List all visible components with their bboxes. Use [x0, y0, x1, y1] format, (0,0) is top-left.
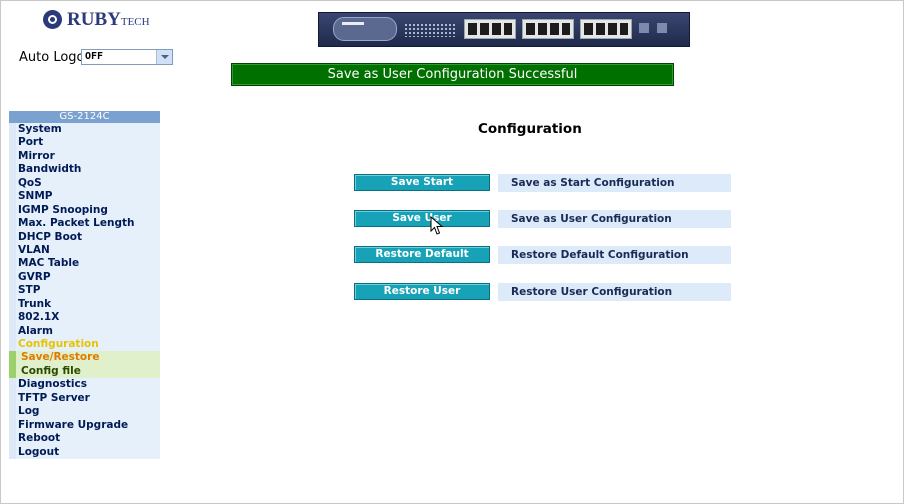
- sidebar-item-mirror[interactable]: Mirror: [9, 149, 160, 164]
- restore-default-description: Restore Default Configuration: [498, 246, 731, 264]
- sidebar-item-diagnostics[interactable]: Diagnostics: [9, 378, 160, 392]
- save-user-description: Save as User Configuration: [498, 210, 731, 228]
- sidebar-item-mac-table[interactable]: MAC Table: [9, 257, 160, 271]
- logo-mark-icon: [43, 10, 62, 29]
- sidebar-item-bandwidth[interactable]: Bandwidth: [9, 163, 160, 177]
- port-block: [464, 19, 516, 39]
- port-block: [522, 19, 574, 39]
- mouse-pointer-icon: [430, 216, 444, 235]
- action-row: Save User Save as User Configuration: [354, 210, 731, 228]
- sidebar-item-dhcp-boot[interactable]: DHCP Boot: [9, 230, 160, 244]
- port-block: [580, 19, 632, 39]
- sidebar-item-port[interactable]: Port: [9, 136, 160, 150]
- save-start-button[interactable]: Save Start: [354, 174, 490, 191]
- brand-suffix: TECH: [120, 16, 150, 28]
- sidebar-item-qos[interactable]: QoS: [9, 176, 160, 191]
- sidebar-item-alarm[interactable]: Alarm: [9, 324, 160, 338]
- sidebar-title: GS-2124C: [9, 111, 160, 123]
- auto-logout-select[interactable]: OFF: [81, 49, 173, 65]
- restore-user-description: Restore User Configuration: [498, 283, 731, 301]
- chevron-down-icon[interactable]: [156, 50, 172, 64]
- sidebar-item-log[interactable]: Log: [9, 405, 160, 419]
- sidebar-item-stp[interactable]: STP: [9, 284, 160, 298]
- sidebar-item-gvrp[interactable]: GVRP: [9, 270, 160, 285]
- switch-front-panel-image: [318, 12, 690, 47]
- uplink-port: [657, 23, 667, 33]
- save-start-description: Save as Start Configuration: [498, 174, 731, 192]
- sidebar-item-firmware-upgrade[interactable]: Firmware Upgrade: [9, 418, 160, 433]
- action-row: Save Start Save as Start Configuration: [354, 174, 731, 192]
- sidebar-item-logout[interactable]: Logout: [9, 445, 160, 459]
- device-led-grid: [404, 23, 456, 37]
- brand-name: RUBY: [67, 9, 121, 30]
- status-message: Save as User Configuration Successful: [327, 67, 578, 82]
- sidebar-item-igmp-snooping[interactable]: IGMP Snooping: [9, 203, 160, 218]
- auto-logout-value: OFF: [85, 51, 104, 62]
- sidebar-item-8021x[interactable]: 802.1X: [9, 311, 160, 325]
- status-banner: Save as User Configuration Successful: [231, 63, 674, 86]
- action-row: Restore User Restore User Configuration: [354, 283, 731, 301]
- restore-default-button[interactable]: Restore Default: [354, 246, 490, 263]
- sidebar-subitem-config-file[interactable]: Config file: [9, 364, 160, 379]
- device-logo-badge: [333, 17, 397, 41]
- sidebar-item-tftp-server[interactable]: TFTP Server: [9, 391, 160, 406]
- sidebar-item-configuration[interactable]: Configuration: [9, 338, 160, 352]
- action-row: Restore Default Restore Default Configur…: [354, 246, 731, 264]
- sidebar-item-trunk[interactable]: Trunk: [9, 297, 160, 312]
- uplink-port: [639, 23, 649, 33]
- sidebar-menu: GS-2124C System Port Mirror Bandwidth Qo…: [9, 111, 160, 459]
- sidebar-item-snmp[interactable]: SNMP: [9, 190, 160, 204]
- sidebar-subitem-save-restore[interactable]: Save/Restore: [9, 351, 160, 365]
- rubytech-logo: RUBYTECH: [43, 9, 153, 31]
- sidebar-item-vlan[interactable]: VLAN: [9, 243, 160, 258]
- sidebar-item-system[interactable]: System: [9, 123, 160, 137]
- page-title: Configuration: [478, 121, 582, 137]
- sidebar-item-reboot[interactable]: Reboot: [9, 432, 160, 446]
- restore-user-button[interactable]: Restore User: [354, 283, 490, 300]
- save-user-button[interactable]: Save User: [354, 210, 490, 227]
- sidebar-item-max-packet-length[interactable]: Max. Packet Length: [9, 217, 160, 231]
